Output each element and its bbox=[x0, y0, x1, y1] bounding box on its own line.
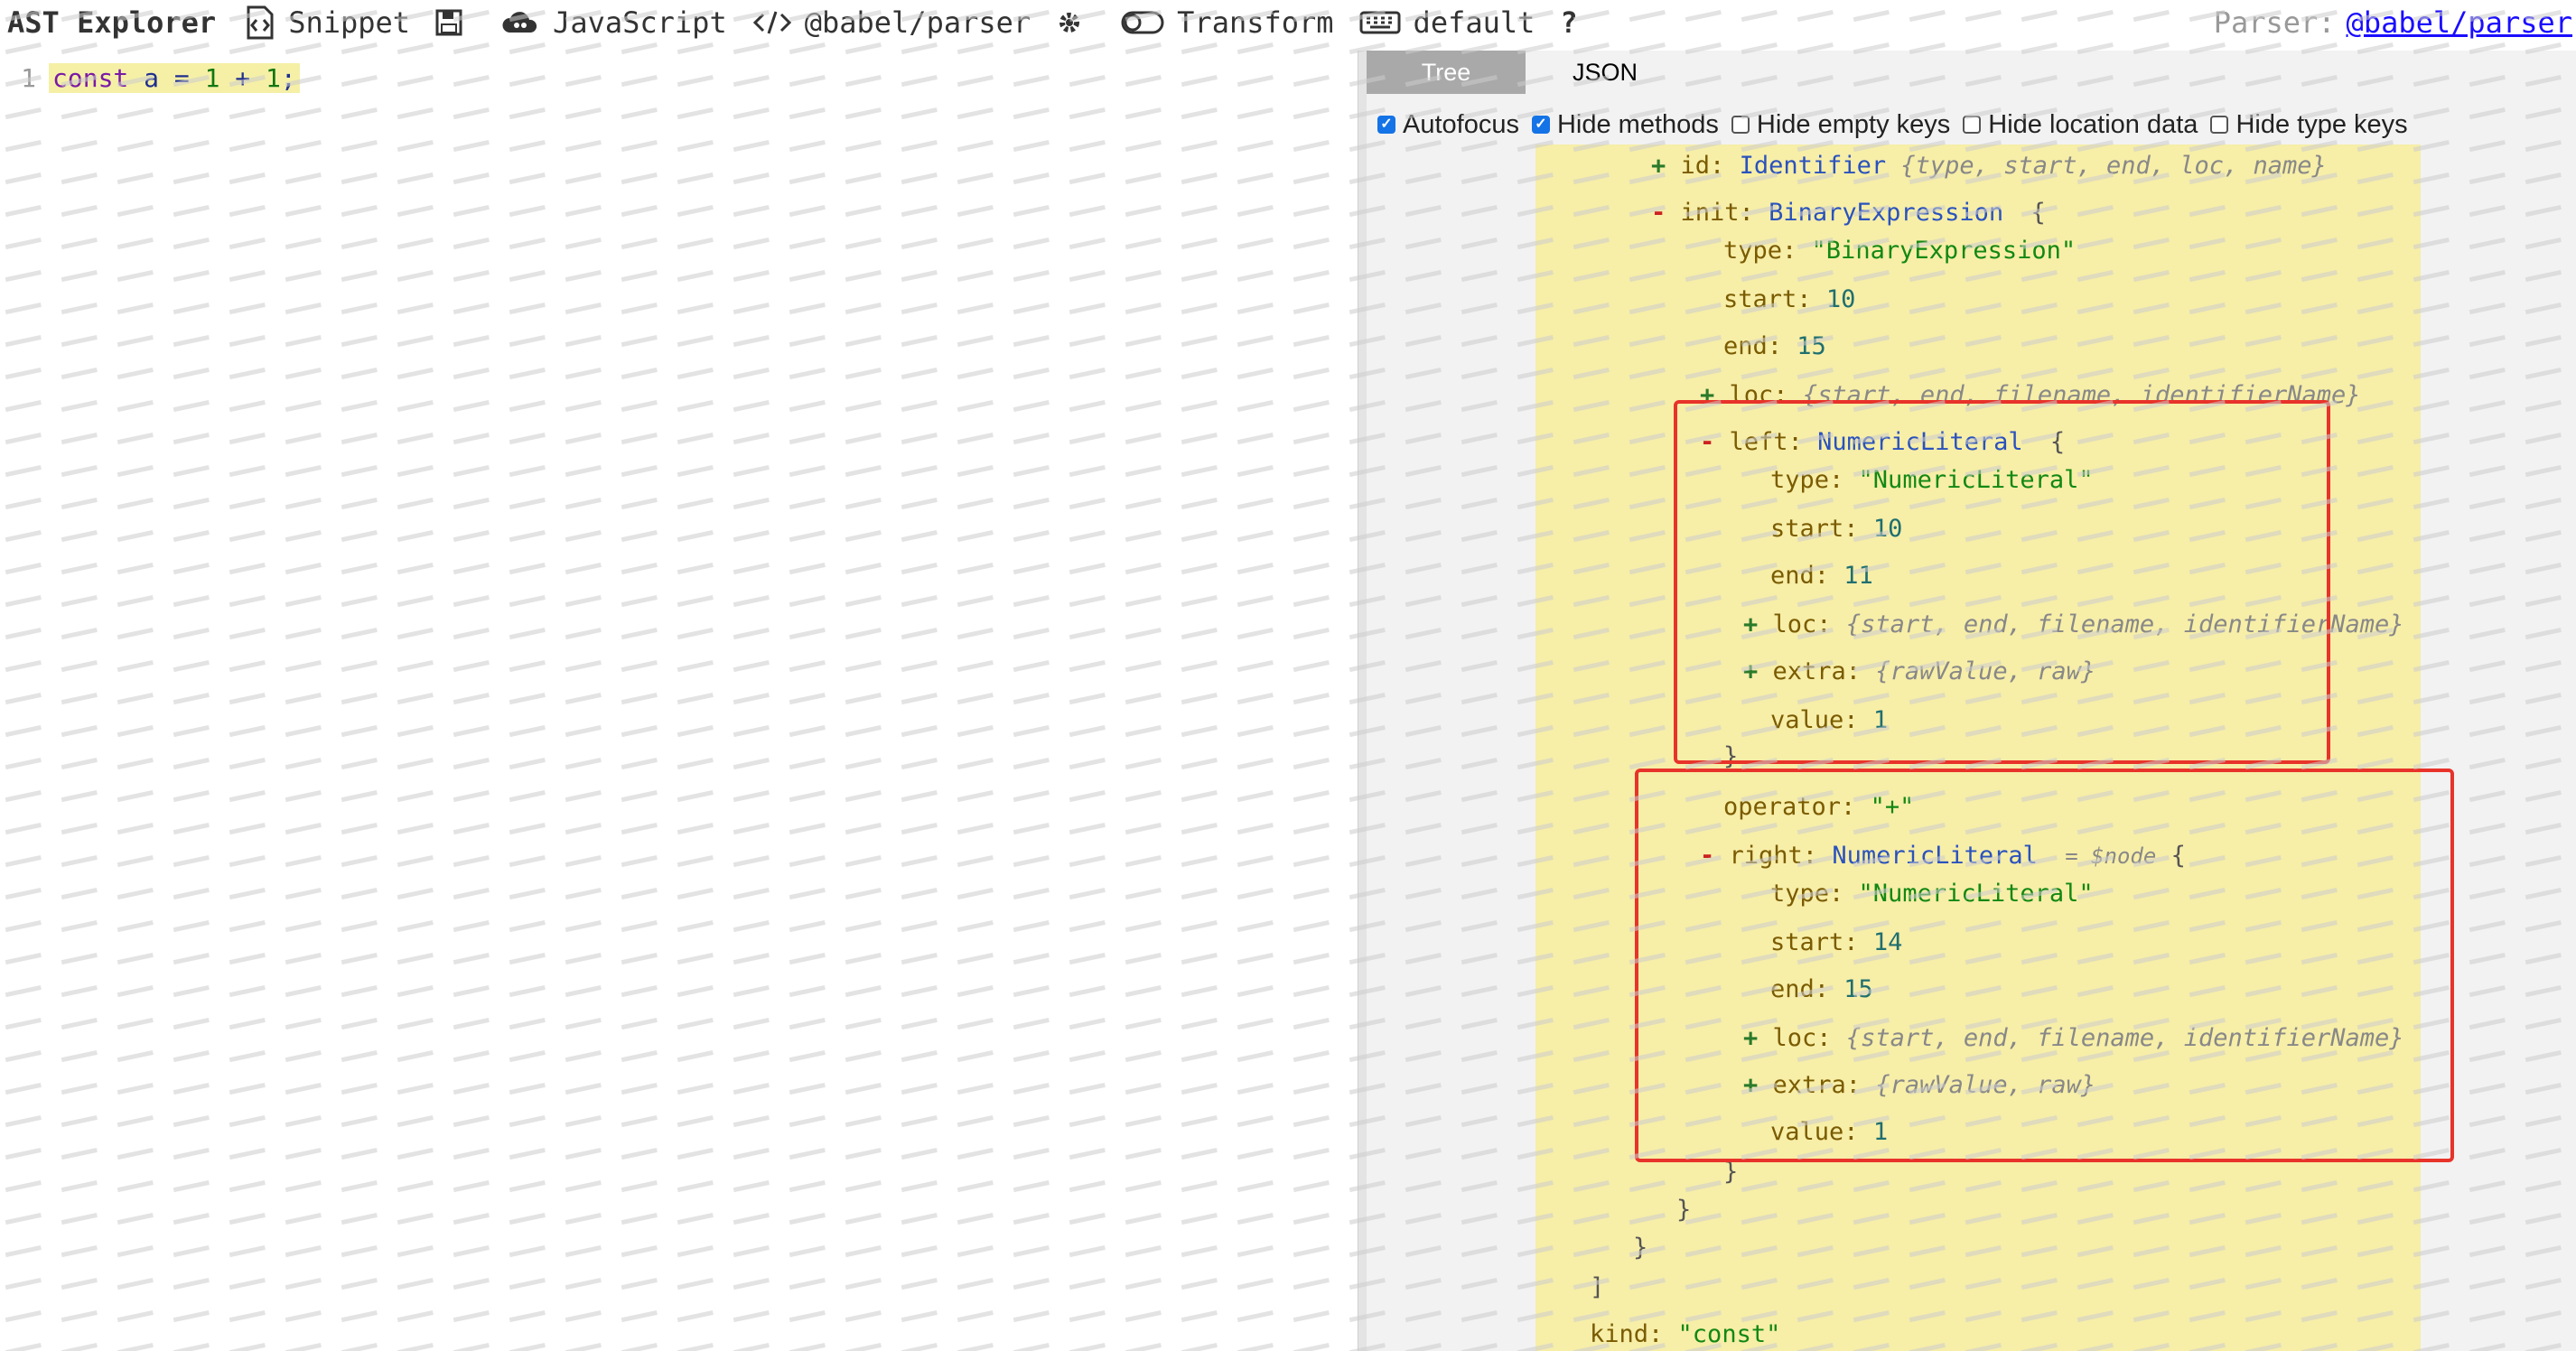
tree-prop: kind: "const" bbox=[1590, 1320, 1781, 1348]
collapse-icon[interactable]: - bbox=[1651, 199, 1666, 227]
annotation-box-left bbox=[1674, 400, 2330, 764]
tree-prop: type: "BinaryExpression" bbox=[1723, 237, 2077, 265]
tree-brace: ] bbox=[1590, 1273, 1605, 1301]
tree-prop: end: 15 bbox=[1723, 332, 1826, 360]
tree-brace: } bbox=[1676, 1196, 1692, 1224]
tree-prop: start: 10 bbox=[1723, 285, 1856, 313]
tree-node-init[interactable]: - init: BinaryExpression { bbox=[1651, 197, 2046, 229]
annotation-box-right bbox=[1635, 769, 2454, 1162]
tree-node-id[interactable]: + id: Identifier {type, start, end, loc,… bbox=[1651, 150, 2327, 182]
tree-brace: } bbox=[1633, 1234, 1648, 1262]
expand-icon[interactable]: + bbox=[1651, 152, 1666, 180]
